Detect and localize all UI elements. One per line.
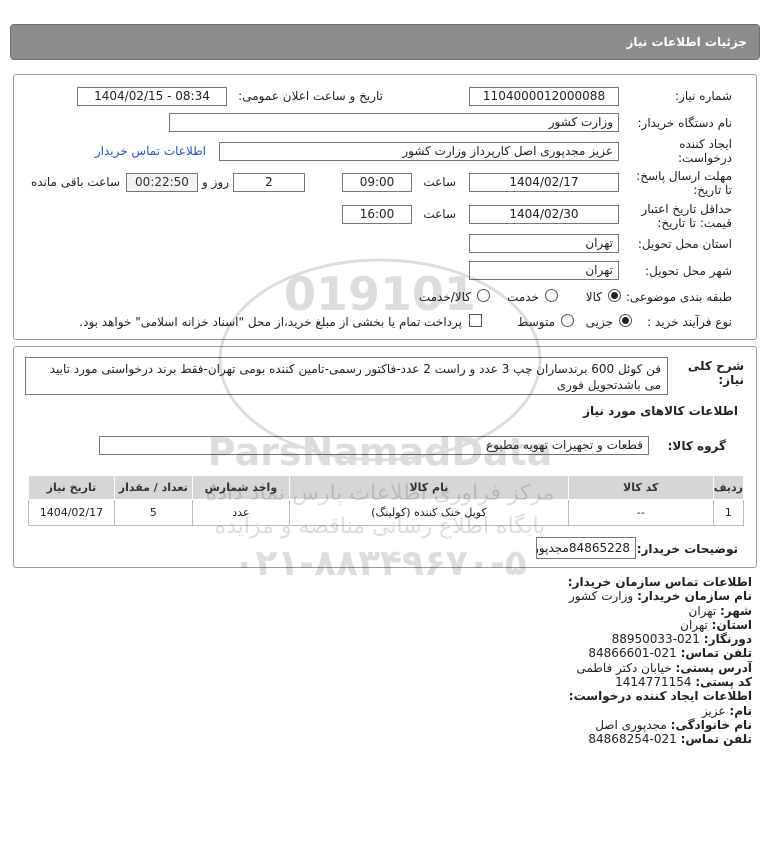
creator-field: عزیز مجدپوری اصل کارپرداز وزارت کشور: [219, 142, 619, 161]
cell-unit: عدد: [191, 499, 291, 526]
goods-group-label: گروه کالا:: [667, 439, 726, 453]
cell-row: 1: [712, 499, 745, 526]
buyer-contact-block: اطلاعات تماس سازمان خریدار: نام سازمان خ…: [568, 575, 752, 747]
treasury-payment-checkbox[interactable]: [469, 314, 482, 327]
remaining-time-field: 00:22:50: [126, 173, 198, 192]
validity-label: حداقل تاریخ اعتبار قیمت: تا تاریخ:: [641, 202, 732, 230]
creator-contact-title: اطلاعات ایجاد کننده درخواست:: [568, 689, 752, 704]
contact-city-label: شهر:: [720, 603, 752, 618]
process-radio-partial[interactable]: [619, 314, 632, 327]
col-header-row: ردیف: [712, 475, 745, 500]
goods-table-header: ردیف کد کالا نام کالا واحد شمارش تعداد /…: [28, 475, 745, 500]
postal-label: کد پستی:: [695, 675, 752, 690]
contact-province-label: استان:: [711, 617, 752, 632]
creator-name-label: نام:: [729, 703, 752, 718]
category-option-service: خدمت: [507, 290, 539, 304]
contact-city-value: تهران: [688, 603, 717, 618]
process-radio-medium[interactable]: [561, 314, 574, 327]
category-radio-goods[interactable]: [608, 289, 621, 302]
cell-date: 1404/02/17: [28, 499, 115, 526]
postal-value: 1414771154: [615, 675, 692, 690]
col-header-quantity: تعداد / مقدار: [113, 475, 193, 500]
buyer-phone-value: 021-84866601: [588, 646, 677, 661]
reply-deadline-label: مهلت ارسال پاسخ: تا تاریخ:: [636, 169, 732, 197]
address-value: خیابان دکتر فاطمی: [576, 660, 672, 675]
category-radio-service[interactable]: [545, 289, 558, 302]
category-radio-goods-service[interactable]: [477, 289, 490, 302]
col-header-name: نام کالا: [289, 475, 569, 500]
goods-info-title: اطلاعات کالاهای مورد نیاز: [583, 404, 738, 418]
city-label: شهر محل تحویل:: [645, 264, 732, 278]
page-title: جزئیات اطلاعات نیاز: [626, 35, 747, 49]
summary-label: شرح کلی نیاز:: [687, 359, 744, 387]
cell-quantity: 5: [113, 499, 193, 526]
validity-time-field: 16:00: [342, 205, 412, 224]
col-header-date: تاریخ نیاز: [28, 475, 115, 500]
goods-table: ردیف کد کالا نام کالا واحد شمارش تعداد /…: [28, 475, 745, 526]
validity-date-field: 1404/02/30: [469, 205, 619, 224]
process-option-medium: متوسط: [517, 315, 555, 329]
summary-field: فن کوئل 600 برندساران چپ 3 عدد و راست 2 …: [25, 357, 668, 395]
need-number-field: 1104000012000088: [469, 87, 619, 106]
city-field: تهران: [469, 261, 619, 280]
org-name-label: نام سازمان خریدار:: [637, 589, 752, 604]
category-option-goods-service: کالا/خدمت: [418, 290, 471, 304]
buyer-notes-field: 84865228مجدپور: [536, 537, 636, 559]
creator-phone-label: تلفن تماس:: [680, 732, 752, 747]
buyer-contact-title: اطلاعات تماس سازمان خریدار:: [567, 575, 752, 589]
buyer-org-label: نام دستگاه خریدار:: [637, 116, 733, 130]
province-label: استان محل تحویل:: [637, 237, 732, 251]
reply-time-label: ساعت: [423, 175, 456, 189]
province-field: تهران: [469, 234, 619, 253]
creator-phone-value: 021-84868254: [588, 732, 677, 747]
fax-value: 021-88950033: [611, 632, 700, 647]
buyer-contact-link[interactable]: اطلاعات تماس خریدار: [95, 144, 206, 158]
contact-province-value: تهران: [680, 617, 708, 632]
category-label: طبقه بندی موضوعی:: [625, 290, 732, 304]
creator-label: ایجاد کننده درخواست:: [678, 137, 732, 165]
remaining-time-label: ساعت باقی مانده: [30, 175, 120, 189]
remaining-days-field: 2: [233, 173, 305, 192]
days-and-label: روز و: [202, 175, 229, 189]
cell-code: --: [567, 499, 714, 526]
col-header-code: کد کالا: [567, 475, 714, 500]
announce-label: تاریخ و ساعت اعلان عمومی:: [238, 89, 383, 103]
buyer-phone-label: تلفن تماس:: [680, 646, 752, 661]
creator-family-label: نام خانوادگی:: [670, 717, 752, 732]
process-option-partial: جزیی: [585, 315, 613, 329]
col-header-unit: واحد شمارش: [191, 475, 291, 500]
need-details-panel: شماره نیاز: 1104000012000088 تاریخ و ساع…: [13, 74, 757, 340]
reply-date-field: 1404/02/17: [469, 173, 619, 192]
need-items-panel: شرح کلی نیاز: فن کوئل 600 برندساران چپ 3…: [13, 346, 757, 568]
org-name-value: وزارت کشور: [568, 589, 634, 604]
page-titlebar: جزئیات اطلاعات نیاز: [10, 24, 760, 60]
goods-group-field: قطعات و تجهیزات تهویه مطبوع: [99, 436, 649, 455]
category-option-goods: کالا: [585, 290, 602, 304]
cell-name: کویل خنک کننده (کولینگ): [289, 499, 569, 526]
fax-label: دورنگار:: [703, 632, 752, 647]
buyer-org-field: وزارت کشور: [169, 113, 619, 132]
creator-family-value: مجدپوری اصل: [595, 717, 667, 732]
address-label: آدرس پستی:: [675, 660, 752, 675]
creator-name-value: عزیز: [701, 703, 726, 718]
buyer-notes-label: توضیحات خریدار:: [636, 542, 738, 556]
treasury-payment-note: پرداخت تمام یا بخشی از مبلغ خرید،از محل …: [79, 315, 462, 329]
validity-time-label: ساعت: [423, 207, 456, 221]
reply-time-field: 09:00: [342, 173, 412, 192]
need-number-label: شماره نیاز:: [675, 89, 732, 103]
announce-field: 1404/02/15 - 08:34: [77, 87, 227, 106]
table-row: 1 -- کویل خنک کننده (کولینگ) عدد 5 1404/…: [28, 499, 745, 526]
process-label: نوع فرآیند خرید :: [647, 315, 732, 329]
